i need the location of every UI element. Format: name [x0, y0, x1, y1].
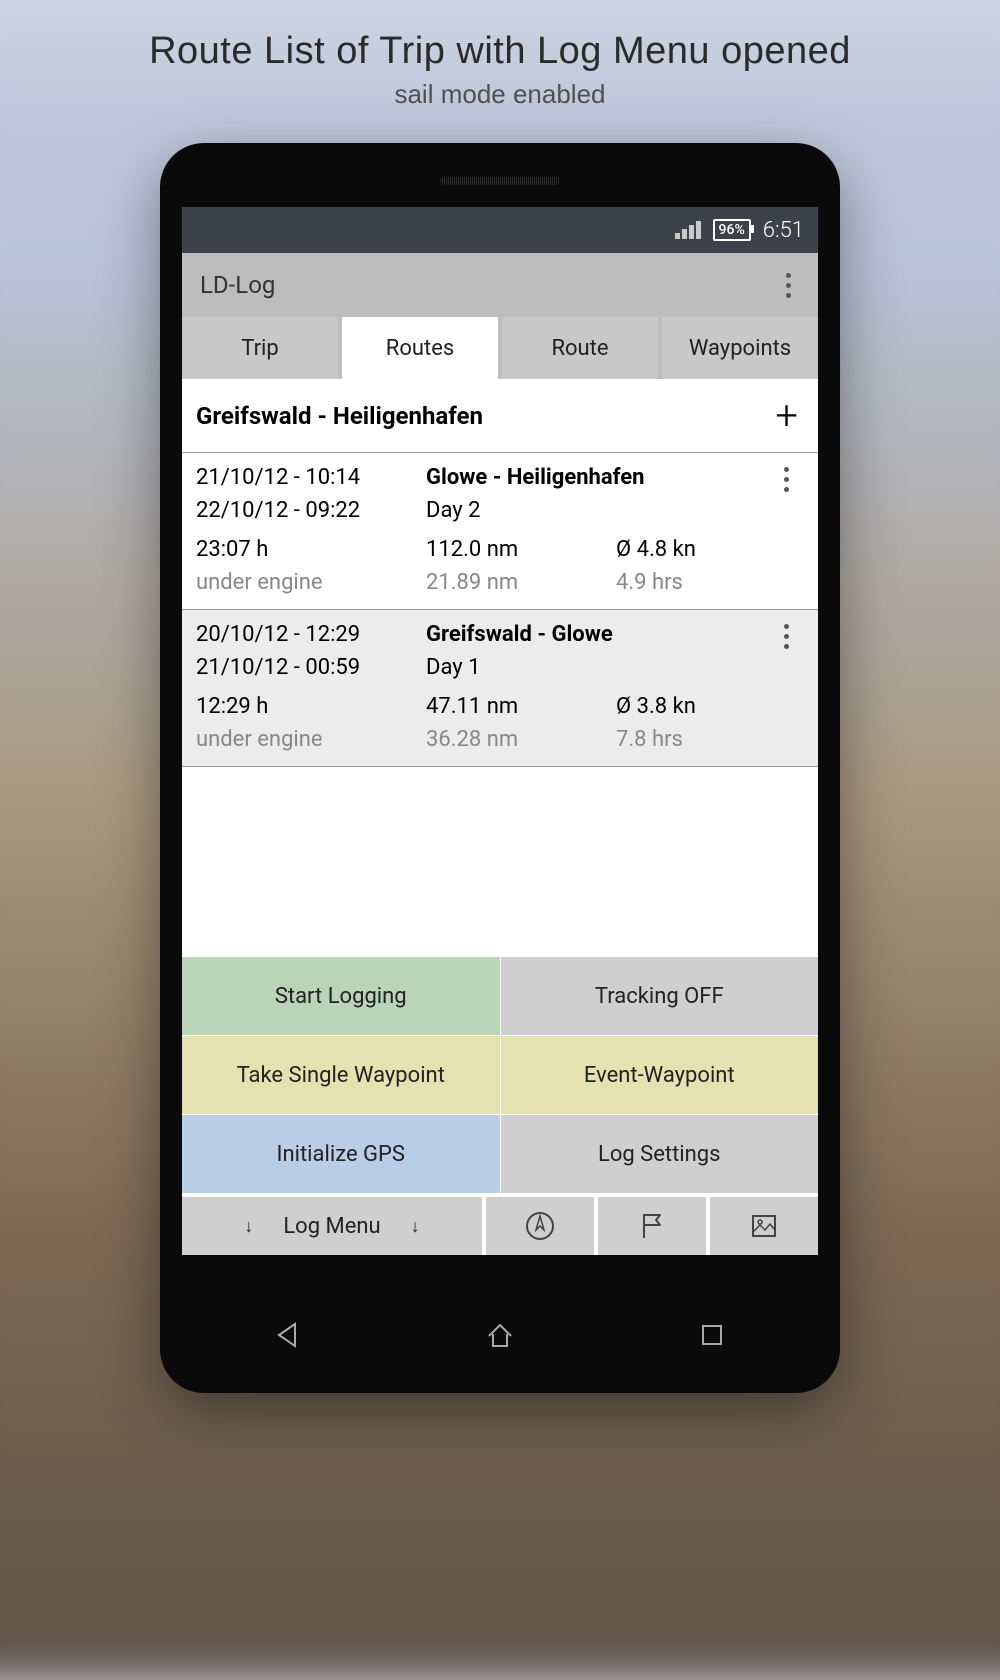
log-menu-toggle-button[interactable]: ↓ Log Menu ↓ [182, 1197, 486, 1255]
tab-bar: Trip Routes Route Waypoints [182, 317, 818, 379]
signal-icon [675, 221, 701, 239]
engine-distance: 36.28 nm [426, 723, 616, 756]
tracking-toggle-button[interactable]: Tracking OFF [501, 957, 819, 1035]
engine-hours: 4.9 hrs [616, 566, 804, 599]
trip-title: Greifswald - Heiligenhafen [196, 402, 483, 430]
log-settings-button[interactable]: Log Settings [501, 1115, 819, 1193]
clock: 6:51 [763, 218, 804, 243]
battery-indicator: 96% [713, 219, 751, 241]
add-route-button[interactable]: + [769, 396, 804, 436]
initialize-gps-button[interactable]: Initialize GPS [182, 1115, 501, 1193]
event-waypoint-button[interactable]: Event-Waypoint [501, 1036, 819, 1114]
app-title: LD-Log [200, 271, 275, 299]
start-logging-button[interactable]: Start Logging [182, 957, 501, 1035]
engine-distance: 21.89 nm [426, 566, 616, 599]
route-start-datetime: 20/10/12 - 12:29 [196, 618, 426, 651]
android-nav-bar [182, 1299, 818, 1371]
route-item-menu-button[interactable] [774, 461, 798, 527]
route-list-header: Greifswald - Heiligenhafen + [182, 379, 818, 453]
route-distance: 112.0 nm [426, 533, 616, 566]
route-item[interactable]: 20/10/12 - 12:29 21/10/12 - 00:59 Greifs… [182, 610, 818, 767]
compass-icon [524, 1210, 556, 1242]
route-avg-speed: Ø 3.8 kn [616, 690, 804, 723]
page-subtitle: sail mode enabled [0, 79, 1000, 110]
gallery-button[interactable] [710, 1197, 818, 1255]
tab-routes[interactable]: Routes [342, 317, 498, 379]
single-waypoint-button[interactable]: Take Single Waypoint [182, 1036, 501, 1114]
route-start-datetime: 21/10/12 - 10:14 [196, 461, 426, 494]
route-end-datetime: 21/10/12 - 00:59 [196, 651, 426, 684]
route-name: Greifswald - Glowe [426, 618, 768, 651]
tab-route[interactable]: Route [502, 317, 658, 379]
route-item[interactable]: 21/10/12 - 10:14 22/10/12 - 09:22 Glowe … [182, 453, 818, 610]
route-item-menu-button[interactable] [774, 618, 798, 684]
screen: 96% 6:51 LD-Log Trip Routes Route Waypoi… [182, 207, 818, 1255]
tab-waypoints[interactable]: Waypoints [662, 317, 818, 379]
compass-button[interactable] [486, 1197, 598, 1255]
page-title: Route List of Trip with Log Menu opened [0, 30, 1000, 73]
engine-label: under engine [196, 566, 426, 599]
route-end-datetime: 22/10/12 - 09:22 [196, 494, 426, 527]
page-header: Route List of Trip with Log Menu opened … [0, 0, 1000, 110]
phone-frame: 96% 6:51 LD-Log Trip Routes Route Waypoi… [160, 143, 840, 1393]
phone-speaker [440, 177, 560, 185]
engine-hours: 7.8 hrs [616, 723, 804, 756]
bottom-toolbar: ↓ Log Menu ↓ [182, 1193, 818, 1255]
tab-trip[interactable]: Trip [182, 317, 338, 379]
route-distance: 47.11 nm [426, 690, 616, 723]
route-day: Day 2 [426, 494, 768, 527]
recent-apps-icon[interactable] [697, 1320, 727, 1350]
route-duration: 23:07 h [196, 533, 426, 566]
log-menu-panel: Start Logging Tracking OFF Take Single W… [182, 956, 818, 1193]
arrow-down-icon: ↓ [411, 1216, 420, 1237]
engine-label: under engine [196, 723, 426, 756]
arrow-down-icon: ↓ [244, 1216, 253, 1237]
status-bar: 96% 6:51 [182, 207, 818, 253]
image-icon [748, 1210, 780, 1242]
route-avg-speed: Ø 4.8 kn [616, 533, 804, 566]
route-day: Day 1 [426, 651, 768, 684]
back-icon[interactable] [273, 1320, 303, 1350]
home-icon[interactable] [485, 1320, 515, 1350]
flag-button[interactable] [598, 1197, 710, 1255]
route-name: Glowe - Heiligenhafen [426, 461, 768, 494]
log-menu-label: Log Menu [283, 1214, 380, 1239]
flag-icon [636, 1210, 668, 1242]
route-duration: 12:29 h [196, 690, 426, 723]
app-bar: LD-Log [182, 253, 818, 317]
overflow-menu-button[interactable] [776, 267, 800, 304]
